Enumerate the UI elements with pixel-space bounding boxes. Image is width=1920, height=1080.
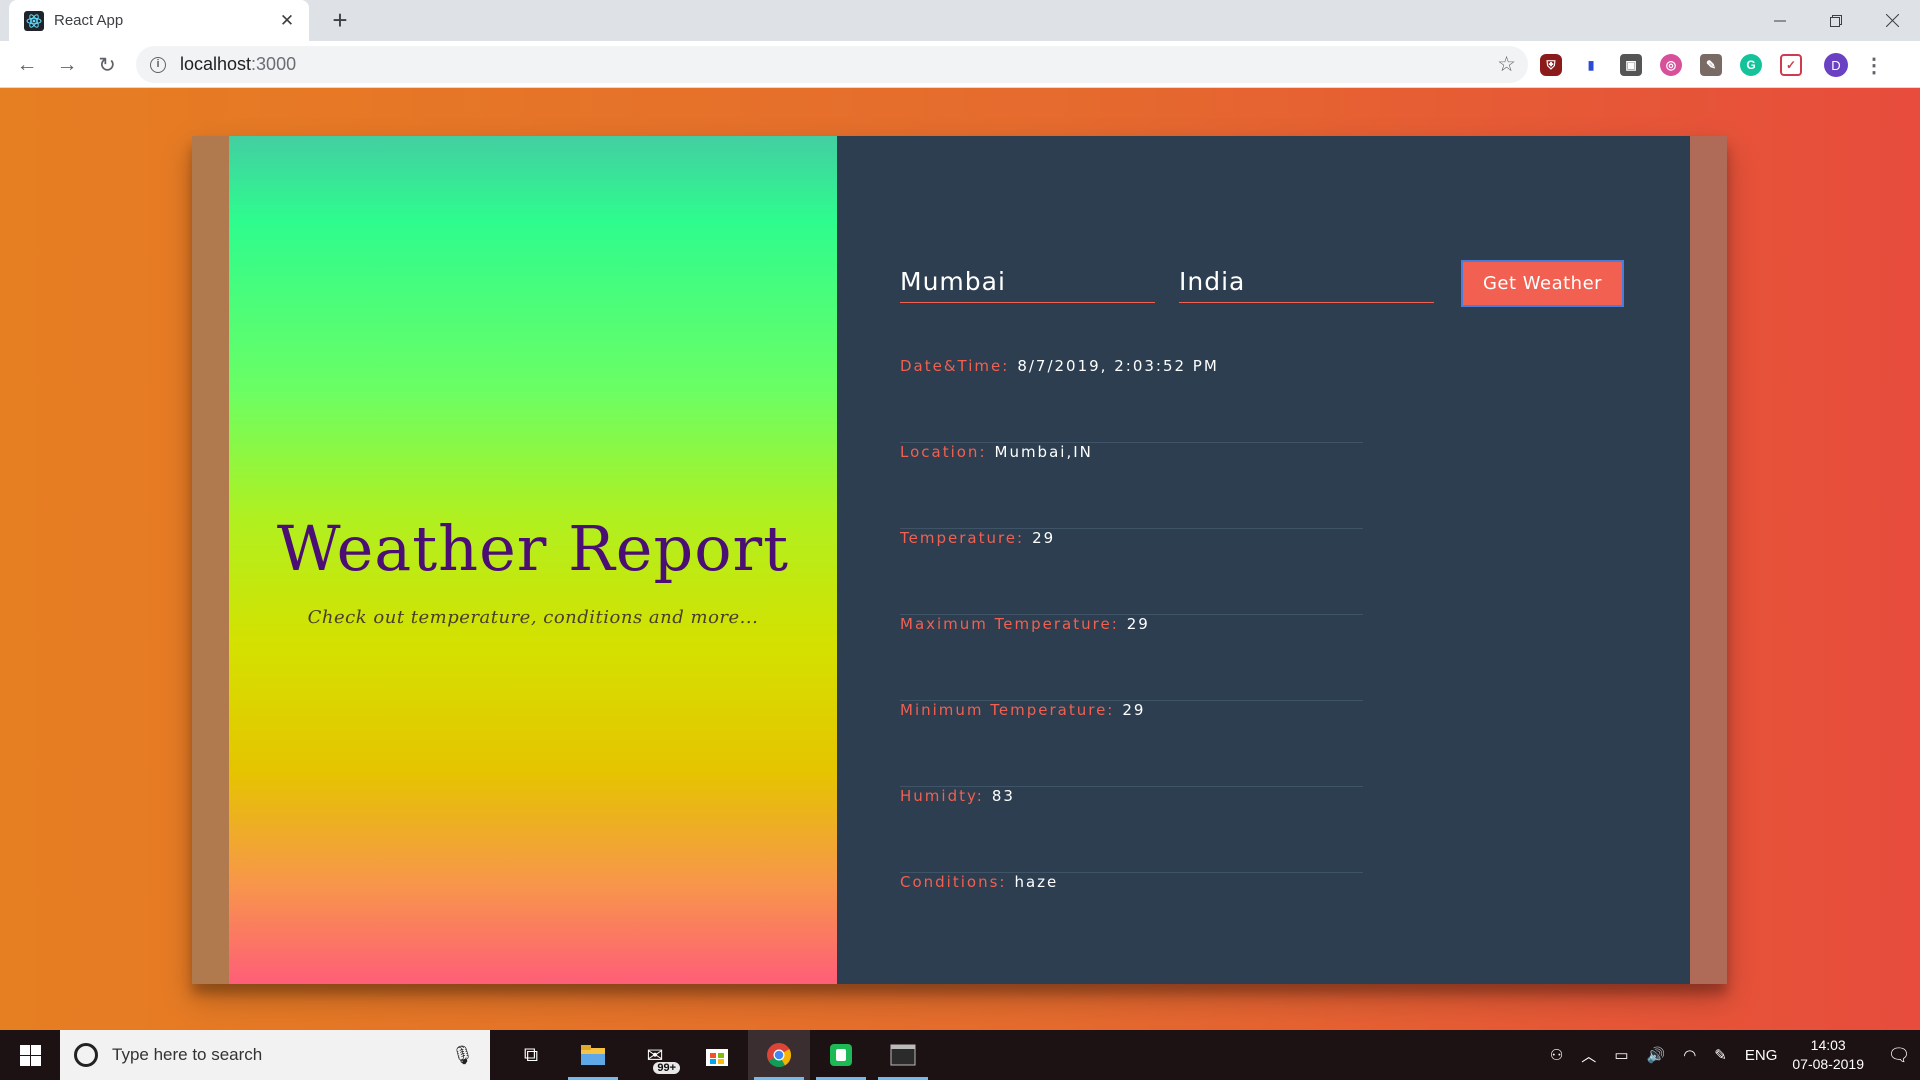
browser-tabstrip: React App ✕ + (0, 0, 1920, 41)
title-panel: Weather Report Check out temperature, co… (229, 136, 837, 984)
windows-logo-icon (19, 1044, 41, 1066)
info-row-location: Location: Mumbai,IN (900, 443, 1363, 529)
cortana-icon (74, 1043, 98, 1067)
info-value: 8/7/2019, 2:03:52 PM (1017, 357, 1219, 375)
bookmark-star-icon[interactable]: ☆ (1497, 52, 1516, 77)
url-host: localhost (180, 54, 252, 74)
tab-close-icon[interactable]: ✕ (275, 11, 299, 31)
weather-info-list: Date&Time: 8/7/2019, 2:03:52 PM Location… (900, 357, 1363, 959)
task-view-icon[interactable]: ⧉ (500, 1030, 562, 1080)
weather-form-panel: Get Weather Date&Time: 8/7/2019, 2:03:52… (837, 136, 1690, 984)
info-value: 29 (1122, 701, 1146, 719)
info-label: Date&Time: (900, 357, 1010, 375)
info-row-temperature: Temperature: 29 (900, 529, 1363, 615)
site-info-icon[interactable]: i (150, 56, 166, 73)
windows-taskbar: Type here to search 🎙 ⧉ ✉ 99+ ⚇ ︿ ▭ 🔊 ◠ ✎… (0, 1030, 1920, 1080)
info-value: 83 (991, 787, 1015, 805)
taskbar-search[interactable]: Type here to search 🎙 (60, 1030, 490, 1080)
info-label: Location: (900, 443, 987, 461)
app-card: Weather Report Check out temperature, co… (192, 136, 1727, 984)
city-input[interactable] (900, 261, 1155, 301)
dark-extension-icon[interactable]: ▣ (1620, 54, 1642, 76)
info-value: Mumbai,IN (994, 443, 1093, 461)
taskbar-apps: ⧉ ✉ 99+ (500, 1030, 934, 1080)
info-value: haze (1014, 873, 1059, 891)
info-row-max-temperature: Maximum Temperature: 29 (900, 615, 1363, 701)
circle-extension-icon[interactable]: ◎ (1660, 54, 1682, 76)
colorful-extension-icon[interactable]: ▮ (1580, 54, 1602, 76)
window-controls (1752, 0, 1920, 41)
info-row-datetime: Date&Time: 8/7/2019, 2:03:52 PM (900, 357, 1363, 443)
mail-icon[interactable]: ✉ 99+ (624, 1030, 686, 1080)
reload-icon[interactable]: ↻ (93, 51, 121, 79)
tab-title: React App (54, 12, 124, 29)
chrome-icon[interactable] (748, 1030, 810, 1080)
page-subtitle: Check out temperature, conditions and mo… (307, 607, 759, 628)
start-button[interactable] (0, 1030, 60, 1080)
back-arrow-icon[interactable]: ← (13, 51, 41, 79)
clock-date: 07-08-2019 (1792, 1056, 1864, 1072)
browser-menu-icon[interactable]: ⋮ (1864, 53, 1884, 78)
restore-button[interactable] (1808, 0, 1864, 41)
minimize-button[interactable] (1752, 0, 1808, 41)
wifi-icon[interactable]: ◠ (1683, 1046, 1696, 1064)
clock-time: 14:03 (1810, 1037, 1846, 1053)
forward-arrow-icon[interactable]: → (53, 51, 81, 79)
address-bar[interactable]: i localhost:3000 ☆ (136, 46, 1528, 83)
new-tab-button[interactable]: + (326, 7, 354, 35)
show-hidden-icons-chevron-icon[interactable]: ︿ (1581, 1045, 1596, 1066)
country-field (1179, 261, 1434, 303)
info-value: 29 (1126, 615, 1150, 633)
info-label: Conditions: (900, 873, 1007, 891)
system-tray: ⚇ ︿ ▭ 🔊 ◠ ✎ ENG 14:03 07-08-2019 🗨 (1541, 1030, 1920, 1080)
store-icon[interactable] (686, 1030, 748, 1080)
get-weather-button[interactable]: Get Weather (1461, 260, 1624, 307)
url-port: :3000 (251, 54, 297, 74)
battery-icon[interactable]: ▭ (1614, 1046, 1628, 1064)
pocket-icon[interactable]: ✓ (1780, 54, 1802, 76)
info-label: Humidty: (900, 787, 984, 805)
mail-badge: 99+ (653, 1062, 680, 1074)
close-window-button[interactable] (1864, 0, 1920, 41)
city-field (900, 261, 1155, 303)
green-app-icon[interactable] (810, 1030, 872, 1080)
info-value: 29 (1032, 529, 1056, 547)
info-row-conditions: Conditions: haze (900, 873, 1363, 959)
info-row-min-temperature: Minimum Temperature: 29 (900, 701, 1363, 787)
country-input[interactable] (1179, 261, 1434, 301)
action-center-icon[interactable]: 🗨 (1878, 1030, 1920, 1080)
grammarly-icon[interactable]: G (1740, 54, 1762, 76)
microphone-icon[interactable]: 🎙 (451, 1045, 474, 1066)
info-label: Maximum Temperature: (900, 615, 1119, 633)
pen-icon[interactable]: ✎ (1714, 1046, 1727, 1064)
pdf-extension-icon[interactable]: ✎ (1700, 54, 1722, 76)
browser-toolbar: ← → ↻ i localhost:3000 ☆ ⛨ ▮ ▣ ◎ ✎ G ✓ D… (0, 41, 1920, 88)
language-indicator[interactable]: ENG (1745, 1047, 1778, 1064)
info-label: Minimum Temperature: (900, 701, 1115, 719)
page-viewport: Weather Report Check out temperature, co… (0, 88, 1920, 1030)
react-favicon-icon (24, 10, 44, 31)
info-row-humidity: Humidty: 83 (900, 787, 1363, 873)
info-label: Temperature: (900, 529, 1025, 547)
extensions-row: ⛨ ▮ ▣ ◎ ✎ G ✓ D ⋮ (1540, 51, 1884, 79)
people-icon[interactable]: ⚇ (1550, 1046, 1563, 1064)
page-title: Weather Report (276, 512, 790, 585)
taskbar-search-placeholder: Type here to search (112, 1045, 263, 1064)
profile-avatar[interactable]: D (1824, 53, 1848, 77)
clock[interactable]: 14:03 07-08-2019 (1792, 1036, 1864, 1074)
browser-tab[interactable]: React App ✕ (9, 0, 309, 41)
terminal-icon[interactable] (872, 1030, 934, 1080)
file-explorer-icon[interactable] (562, 1030, 624, 1080)
shield-extension-icon[interactable]: ⛨ (1540, 54, 1562, 76)
volume-icon[interactable]: 🔊 (1647, 1046, 1666, 1064)
